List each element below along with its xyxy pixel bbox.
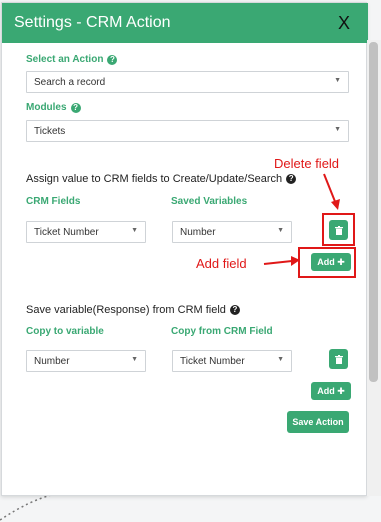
trash-icon (334, 354, 343, 364)
copy-from-crm-field-select[interactable]: Ticket Number ▼ (172, 350, 292, 372)
arrow-down-icon (323, 173, 340, 210)
add-response-field-button[interactable]: Add ✚ (311, 382, 351, 400)
add-field-highlight (298, 247, 356, 278)
copy-to-variable-select[interactable]: Number ▼ (26, 350, 146, 372)
save-section-title-row: Save variable(Response) from CRM field ? (26, 304, 240, 316)
close-button[interactable]: X (338, 13, 350, 34)
action-label-row: Select an Action ? (26, 54, 118, 65)
add-field-annotation: Add field (196, 256, 247, 271)
settings-dialog: Settings - CRM Action X Select an Action… (1, 2, 368, 496)
modules-label-row: Modules ? (26, 102, 81, 113)
action-select-value: Search a record (34, 77, 106, 88)
crm-field-select[interactable]: Ticket Number ▼ (26, 221, 146, 243)
chevron-down-icon: ▼ (334, 126, 341, 133)
assign-section-title-row: Assign value to CRM fields to Create/Upd… (26, 173, 297, 185)
action-select[interactable]: Search a record ▼ (26, 71, 349, 93)
assign-section-title: Assign value to CRM fields to Create/Upd… (26, 173, 283, 185)
chevron-down-icon: ▼ (131, 227, 138, 234)
delete-field-highlight (322, 213, 355, 246)
help-icon[interactable]: ? (70, 102, 81, 113)
delete-response-field-button[interactable] (329, 349, 348, 369)
help-icon[interactable]: ? (107, 54, 118, 65)
chevron-down-icon: ▼ (277, 227, 284, 234)
saved-variable-select[interactable]: Number ▼ (172, 221, 292, 243)
delete-field-annotation: Delete field (274, 156, 340, 171)
save-section-title: Save variable(Response) from CRM field (26, 304, 226, 316)
chevron-down-icon: ▼ (277, 356, 284, 363)
help-icon[interactable]: ? (286, 174, 297, 184)
action-label: Select an Action (26, 54, 104, 65)
chevron-down-icon: ▼ (334, 77, 341, 84)
save-action-button[interactable]: Save Action (287, 411, 349, 433)
dialog-header: Settings - CRM Action X (2, 3, 368, 43)
crm-fields-label: CRM Fields (26, 196, 81, 207)
copy-to-variable-label: Copy to variable (26, 326, 104, 337)
arrow-right-icon (263, 256, 300, 266)
modules-select[interactable]: Tickets ▼ (26, 120, 349, 142)
scrollbar-thumb[interactable] (369, 42, 378, 382)
modules-select-value: Tickets (34, 126, 66, 137)
help-icon[interactable]: ? (229, 305, 240, 315)
saved-variables-label: Saved Variables (171, 196, 248, 207)
chevron-down-icon: ▼ (131, 356, 138, 363)
dialog-title: Settings - CRM Action (14, 14, 171, 31)
modules-label: Modules (26, 102, 67, 113)
copy-from-crm-field-label: Copy from CRM Field (171, 326, 273, 337)
